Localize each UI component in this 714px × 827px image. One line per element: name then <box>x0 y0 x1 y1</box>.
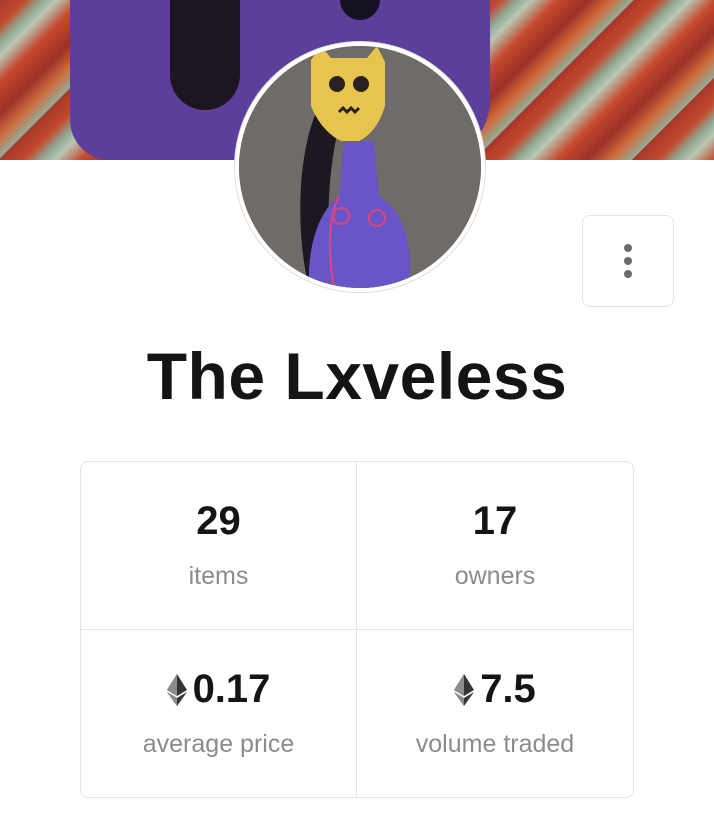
stat-items: 29 items <box>81 462 357 630</box>
stat-average-price-label: average price <box>142 730 295 759</box>
collection-title: The Lxveless <box>146 339 568 413</box>
stat-volume-traded-value: 7.5 <box>480 667 536 712</box>
more-vertical-icon <box>624 244 632 278</box>
stat-items-value: 29 <box>196 499 241 544</box>
stat-items-label: items <box>188 562 249 591</box>
stat-owners-label: owners <box>454 562 536 591</box>
ethereum-icon <box>166 673 187 706</box>
stat-owners: 17 owners <box>357 462 633 630</box>
more-options-button[interactable] <box>582 215 674 307</box>
stat-owners-value: 17 <box>472 499 518 544</box>
stat-volume-traded: 7.5 volume traded <box>357 630 633 798</box>
collection-avatar <box>235 42 485 292</box>
stat-volume-traded-value-row: 7.5 <box>454 667 536 712</box>
ethereum-icon <box>454 673 475 706</box>
collection-stats-panel: 29 items 17 owners 0.17 average price 7.… <box>80 461 634 798</box>
banner-hair <box>170 0 240 110</box>
stat-average-price-value-row: 0.17 <box>166 667 271 712</box>
stat-average-price-value: 0.17 <box>192 667 271 712</box>
stat-average-price: 0.17 average price <box>81 629 357 797</box>
avatar-artwork <box>239 46 481 288</box>
stat-volume-traded-label: volume traded <box>415 730 575 759</box>
